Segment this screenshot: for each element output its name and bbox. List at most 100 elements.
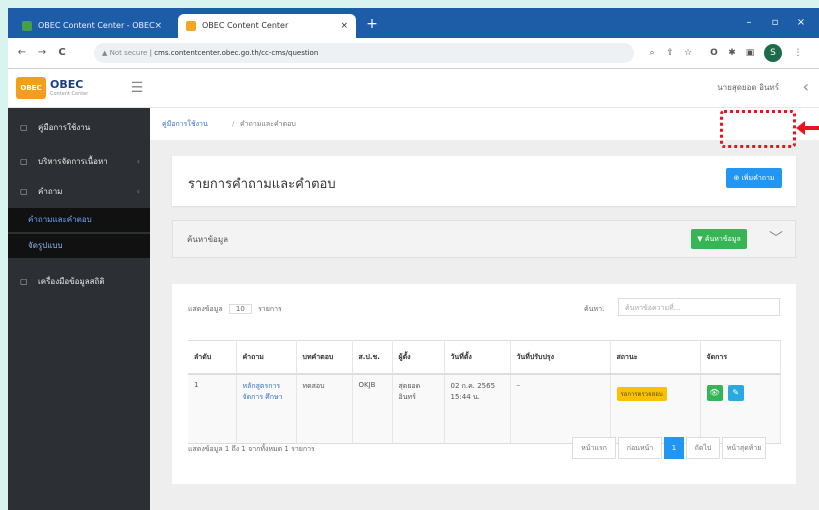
column-header[interactable]: วันที่ปรับปรุง: [510, 340, 611, 375]
not-secure-label: ▲ Not secure: [102, 49, 148, 57]
pager-last[interactable]: หน้าสุดท้าย: [722, 437, 766, 459]
pager-prev[interactable]: ก่อนหน้า: [618, 437, 662, 459]
sidebar-subitem-qa[interactable]: คำถามและคำตอบ: [8, 208, 150, 232]
table-footer-info: แสดงข้อมูล 1 ถึง 1 จากทั้งหมด 1 รายการ: [188, 445, 315, 453]
search-filter-button[interactable]: ▼ ค้นหาข้อมูล: [691, 229, 747, 249]
maximize-button[interactable]: ▫: [764, 13, 786, 33]
cell-answer: ทดสอบ: [296, 374, 353, 444]
cell-asker: สุดยอด อินทร์: [392, 374, 445, 444]
column-header[interactable]: บทคำตอบ: [296, 340, 353, 375]
tab-title: OBEC Content Center: [202, 21, 289, 30]
sidebar-item-content[interactable]: ▢ บริหารจัดการเนื้อหา ‹: [8, 150, 150, 174]
sidebar-item-questions[interactable]: ▢ คำถาม ‹: [8, 180, 150, 204]
obec-logo[interactable]: OBEC OBEC Content Center: [16, 77, 118, 99]
title-panel: รายการคำถามและคำตอบ ⊕ เพิ่มคำถาม: [172, 156, 796, 206]
questions-table: ลำดับ คำถาม บทคำตอบ ส.ป.ช. ผู้ตั้ง วันที…: [188, 340, 781, 444]
breadcrumb: คู่มือการใช้งาน / คำถามและคำตอบ: [150, 108, 819, 140]
close-window-button[interactable]: ×: [790, 13, 812, 33]
sidebar-item-label: คำถาม: [38, 187, 63, 196]
cell-no: 1: [188, 374, 237, 444]
menu-item-icon: ▢: [20, 187, 28, 196]
logo-mark: OBEC: [16, 77, 46, 99]
column-header[interactable]: ส.ป.ช.: [352, 340, 393, 375]
share-icon[interactable]: ⇪: [662, 45, 678, 61]
column-header[interactable]: ผู้ตั้ง: [392, 340, 445, 375]
cell-area: OKJB: [352, 374, 393, 444]
tab-title: OBEC Content Center - OBEC: [38, 21, 155, 30]
browser-tab-active[interactable]: OBEC Content Center ×: [178, 14, 356, 38]
tab-strip: OBEC Content Center - OBEC × OBEC Conten…: [8, 8, 819, 38]
edit-button[interactable]: ✎: [727, 385, 744, 401]
pager-next[interactable]: ถัดไป: [686, 437, 720, 459]
close-tab-icon[interactable]: ×: [340, 14, 348, 38]
app-header: OBEC OBEC Content Center ☰ นายสุดยอด อิน…: [8, 69, 819, 108]
extensions-puzzle-icon[interactable]: ✱: [724, 45, 740, 61]
chevron-left-icon: ‹: [136, 157, 140, 166]
breadcrumb-home-link[interactable]: คู่มือการใช้งาน: [162, 108, 208, 140]
table-header-row: ลำดับ คำถาม บทคำตอบ ส.ป.ช. ผู้ตั้ง วันที…: [188, 340, 781, 375]
arrow-annotation: [800, 126, 819, 130]
cell-question-link[interactable]: หลักสูตรการจัดการ ศึกษา: [236, 374, 297, 444]
sidebar-item-label: คู่มือการใช้งาน: [38, 123, 91, 132]
sidebar-item-label: จัดรูปแบบ: [28, 241, 63, 250]
profile-avatar[interactable]: S: [764, 44, 782, 62]
chevron-left-icon[interactable]: ‹: [803, 77, 809, 96]
table-search-input[interactable]: ค้นหาข้อความที่...: [618, 298, 780, 316]
extension-icon[interactable]: O: [706, 45, 722, 61]
forward-arrow-icon[interactable]: →: [34, 45, 50, 61]
menu-item-icon: ▢: [20, 277, 28, 286]
sidebar-item-label: บริหารจัดการเนื้อหา: [38, 157, 108, 166]
table-search-label: ค้นหา:: [584, 305, 605, 313]
reload-icon[interactable]: C: [54, 45, 70, 61]
breadcrumb-separator: /: [232, 120, 235, 128]
page-title: รายการคำถามและคำตอบ: [188, 177, 336, 192]
sidebar-subitem-format[interactable]: จัดรูปแบบ: [8, 234, 150, 258]
user-name[interactable]: นายสุดยอด อินทร์: [717, 81, 779, 94]
chevron-left-icon: ‹: [136, 187, 140, 196]
cell-actions: 👁 ✎: [700, 374, 781, 444]
highlight-annotation: [720, 110, 796, 148]
browser-tab-1[interactable]: OBEC Content Center - OBEC ×: [14, 14, 170, 38]
menu-item-icon: ▢: [20, 123, 28, 132]
search-page-icon[interactable]: ⌕: [644, 45, 660, 61]
sidebar-item-stats[interactable]: ▢ เครื่องมือข้อมูลสถิติ: [8, 270, 150, 294]
bookmark-star-icon[interactable]: ☆: [680, 45, 696, 61]
show-prefix: แสดงข้อมูล: [188, 305, 223, 313]
column-header[interactable]: วันที่ตั้ง: [444, 340, 511, 375]
add-question-button[interactable]: ⊕ เพิ่มคำถาม: [726, 168, 782, 188]
view-button[interactable]: 👁: [706, 385, 723, 401]
sidebar-item-label: คำถามและคำตอบ: [28, 215, 92, 224]
site-favicon-icon: [22, 21, 32, 31]
logo-subtitle: Content Center: [50, 91, 89, 97]
table-row: 1 หลักสูตรการจัดการ ศึกษา ทดสอบ OKJB สุด…: [188, 374, 781, 444]
column-header[interactable]: คำถาม: [236, 340, 297, 375]
new-tab-button[interactable]: +: [362, 14, 382, 34]
browser-menu-icon[interactable]: ⋮: [790, 45, 806, 61]
chevron-down-icon[interactable]: ﹀: [769, 229, 783, 249]
column-header[interactable]: จัดการ: [700, 340, 781, 375]
sidepanel-icon[interactable]: ▣: [742, 45, 758, 61]
pager-first[interactable]: หน้าแรก: [572, 437, 616, 459]
minimize-button[interactable]: –: [738, 13, 760, 33]
sidebar-item-label: เครื่องมือข้อมูลสถิติ: [38, 277, 105, 286]
breadcrumb-current: คำถามและคำตอบ: [240, 120, 296, 128]
close-tab-icon[interactable]: ×: [154, 14, 162, 38]
sidebar-item-manual[interactable]: ▢ คู่มือการใช้งาน: [8, 116, 150, 140]
column-header[interactable]: ลำดับ: [188, 340, 237, 375]
hamburger-menu-icon[interactable]: ☰: [128, 79, 146, 97]
table-panel: แสดงข้อมูล 10 รายการ ค้นหา: ค้นหาข้อความ…: [172, 284, 796, 484]
search-panel-label: ค้นหาข้อมูล: [187, 235, 229, 244]
page-size-select[interactable]: 10: [228, 304, 252, 314]
cell-status: รอการตรวจสอบ: [610, 374, 701, 444]
show-suffix: รายการ: [258, 305, 282, 313]
cell-updated: –: [510, 374, 611, 444]
pager-page-1[interactable]: 1: [664, 437, 684, 459]
column-header[interactable]: สถานะ: [610, 340, 701, 375]
back-arrow-icon[interactable]: ←: [14, 45, 30, 61]
cell-created: 02 ก.ค. 2565 15:44 น.: [444, 374, 511, 444]
logo-name: OBEC: [50, 78, 84, 91]
status-badge: รอการตรวจสอบ: [616, 387, 667, 401]
sidebar: ▢ คู่มือการใช้งาน ▢ บริหารจัดการเนื้อหา …: [8, 108, 150, 510]
site-favicon-icon: [186, 21, 196, 31]
url-input[interactable]: ▲ Not secure | cms.contentcenter.obec.go…: [94, 43, 634, 63]
